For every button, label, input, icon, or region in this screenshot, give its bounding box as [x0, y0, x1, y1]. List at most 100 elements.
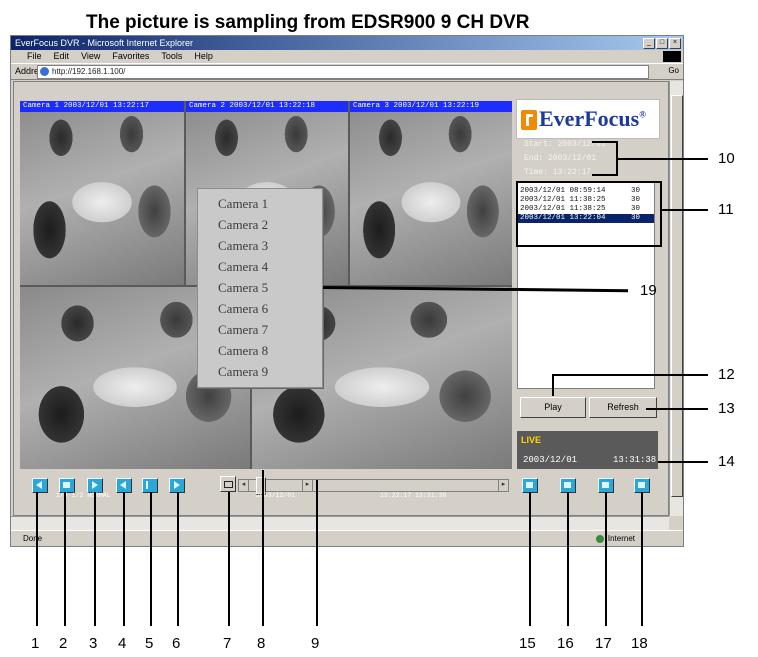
menu-item-camera-9[interactable]: Camera 9: [218, 364, 268, 380]
rewind-button[interactable]: [32, 478, 48, 493]
leader-7: [228, 492, 230, 626]
scroll-thumb[interactable]: [671, 95, 683, 497]
callout-box-11: [516, 181, 662, 247]
browser-titlebar: EverFocus DVR - Microsoft Internet Explo…: [11, 36, 683, 50]
seek-time-caption: 13:22:17 13:31:38: [380, 492, 447, 499]
callout-10: 10: [718, 150, 735, 167]
callout-3: 3: [89, 635, 98, 652]
go-button[interactable]: Go: [668, 66, 679, 75]
minimize-button[interactable]: _: [643, 38, 655, 49]
play-button[interactable]: Play: [520, 397, 586, 418]
callout-18: 18: [631, 635, 648, 652]
maximize-button[interactable]: □: [656, 38, 668, 49]
leader-9: [316, 480, 318, 626]
leader-line-11: [662, 209, 708, 211]
everfocus-logo: EverFocus®: [516, 99, 660, 139]
callout-12: 12: [718, 366, 735, 383]
callout-7: 7: [223, 635, 232, 652]
grid-icon: [564, 482, 571, 488]
info-time: Time: 13:22:17: [524, 168, 592, 177]
camera-tile-3[interactable]: Camera 3 2003/12/01 13:22:19: [350, 101, 512, 285]
stop-icon: [63, 482, 70, 488]
camera-select-menu[interactable]: Camera 1 Camera 2 Camera 3 Camera 4 Came…: [197, 188, 323, 388]
seek-right-arrow[interactable]: ▸: [302, 479, 313, 492]
camera-tile-1[interactable]: Camera 1 2003/12/01 13:22:17: [20, 101, 184, 285]
nine-view-button[interactable]: [560, 478, 576, 493]
leader-5: [150, 492, 152, 626]
camera-image: [20, 101, 184, 285]
leader-17: [605, 492, 607, 626]
leader-line-10: [618, 158, 708, 160]
leader-16: [567, 492, 569, 626]
leader-line-14: [658, 461, 708, 463]
callout-1: 1: [31, 635, 40, 652]
window-title: EverFocus DVR - Microsoft Internet Explo…: [15, 38, 194, 48]
menu-edit[interactable]: Edit: [54, 50, 70, 63]
page-icon: [602, 482, 609, 488]
leader-8: [262, 470, 264, 626]
seek-end-arrow[interactable]: ▸: [498, 479, 509, 492]
callout-17: 17: [595, 635, 612, 652]
playback-toolbar: 1/4 1/2 NORMAL ◂ ▸ ▸ 2003/12/01 13:22:17…: [20, 474, 660, 514]
menu-tools[interactable]: Tools: [161, 50, 182, 63]
play-icon: [92, 481, 98, 489]
close-button[interactable]: ×: [669, 38, 681, 49]
menu-help[interactable]: Help: [194, 50, 213, 63]
menu-file[interactable]: File: [27, 50, 42, 63]
leader-1: [36, 492, 38, 626]
menu-item-camera-6[interactable]: Camera 6: [218, 301, 268, 317]
address-field[interactable]: http://192.168.1.100/: [37, 65, 649, 79]
browser-menubar: File Edit View Favorites Tools Help: [11, 50, 683, 64]
fast-forward-button[interactable]: [169, 478, 185, 493]
callout-15: 15: [519, 635, 536, 652]
camera-image: [350, 101, 512, 285]
callout-8: 8: [257, 635, 266, 652]
menu-item-camera-5[interactable]: Camera 5: [218, 280, 268, 296]
leader-4: [123, 492, 125, 626]
quad-view-button[interactable]: [522, 478, 538, 493]
callout-2: 2: [59, 635, 68, 652]
next-page-button[interactable]: [634, 478, 650, 493]
address-bar: Address http://192.168.1.100/ Go: [11, 64, 683, 80]
camera-label: Camera 1 2003/12/01 13:22:17: [20, 101, 184, 112]
menu-item-camera-8[interactable]: Camera 8: [218, 343, 268, 359]
callout-4: 4: [118, 635, 127, 652]
menu-view[interactable]: View: [81, 50, 100, 63]
live-panel: LIVE 2003/12/01 13:31:38: [517, 431, 658, 469]
live-time: 13:31:38: [613, 455, 657, 465]
callout-9: 9: [311, 635, 320, 652]
info-end: End: 2003/12/01: [524, 154, 597, 163]
leader-15: [529, 492, 531, 626]
step-back-button[interactable]: [116, 478, 132, 493]
seek-slider[interactable]: [248, 479, 500, 492]
leader-line-13: [646, 408, 708, 410]
horizontal-scrollbar[interactable]: [11, 516, 669, 530]
vertical-scrollbar[interactable]: [669, 81, 683, 516]
status-bar: Done Internet: [11, 530, 683, 546]
callout-bracket-10: [592, 141, 618, 176]
pause-button[interactable]: [142, 478, 158, 493]
prev-page-button[interactable]: [598, 478, 614, 493]
menu-item-camera-7[interactable]: Camera 7: [218, 322, 268, 338]
leader-18: [641, 492, 643, 626]
live-label: LIVE: [521, 435, 542, 445]
logo-text: EverFocus®: [539, 106, 646, 131]
menu-item-camera-3[interactable]: Camera 3: [218, 238, 268, 254]
menu-item-camera-2[interactable]: Camera 2: [218, 217, 268, 233]
menu-item-camera-4[interactable]: Camera 4: [218, 259, 268, 275]
snapshot-button[interactable]: [220, 476, 236, 492]
menu-favorites[interactable]: Favorites: [112, 50, 149, 63]
play-forward-button[interactable]: [87, 478, 103, 493]
figure-title: The picture is sampling from EDSR900 9 C…: [86, 12, 530, 33]
leader-6: [177, 492, 179, 626]
page-icon: [638, 482, 645, 488]
step-back-icon: [120, 481, 126, 489]
status-text: Done: [23, 534, 43, 543]
camera-label: Camera 2 2003/12/01 13:22:18: [186, 101, 348, 112]
pause-icon: [146, 481, 148, 489]
zone-text: Internet: [595, 531, 635, 546]
stop-button[interactable]: [59, 478, 75, 493]
callout-5: 5: [145, 635, 154, 652]
menu-item-camera-1[interactable]: Camera 1: [218, 196, 268, 212]
callout-6: 6: [172, 635, 181, 652]
